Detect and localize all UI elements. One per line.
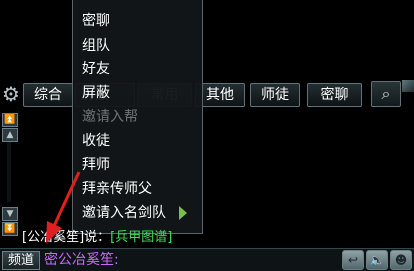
scroll-top-icon: ⏫ <box>4 115 16 125</box>
chevron-up-icon: ▲ <box>6 130 14 140</box>
scroll-down-button[interactable]: ▼ <box>2 207 18 221</box>
emoji-icon: ☻ <box>394 253 408 267</box>
corner-resize-handle[interactable] <box>402 80 414 92</box>
gear-icon[interactable]: ⚙ <box>1 83 21 105</box>
channel-button[interactable]: 频道 <box>2 251 40 270</box>
tab-private-chat[interactable]: 密聊 <box>307 83 362 107</box>
chevron-down-icon: ▼ <box>6 209 14 219</box>
chat-tab-bar: ⚙ 综合 屏蔽 常用 其他 师徒 密聊 ⌕ <box>0 80 414 110</box>
chat-window: ⚙ 综合 屏蔽 常用 其他 师徒 密聊 ⌕ ⏫ ▲ ▼ ⏬ 密聊 组队 好友 屏… <box>0 0 414 271</box>
submenu-arrow-icon <box>179 206 187 220</box>
menu-item-personal-master[interactable]: 拜亲传师父 <box>82 178 152 200</box>
menu-item-private-chat[interactable]: 密聊 <box>82 10 110 32</box>
menu-item-invite-arena-team[interactable]: 邀请入名剑队 <box>82 202 166 224</box>
menu-item-become-apprentice[interactable]: 拜师 <box>82 154 110 176</box>
menu-item-friend[interactable]: 好友 <box>82 58 110 80</box>
player-context-menu: 密聊 组队 好友 屏蔽 邀请入帮 收徒 拜师 拜亲传师父 邀请入名剑队 <box>72 0 203 234</box>
scroll-up-button[interactable]: ▲ <box>2 128 18 142</box>
reply-icon: ↩ <box>347 253 359 267</box>
item-link[interactable]: [兵甲图谱] <box>110 230 172 245</box>
voice-button[interactable]: 🔈 <box>366 250 388 270</box>
scrollbar-track[interactable] <box>7 142 11 202</box>
emoji-button[interactable]: ☻ <box>390 250 412 270</box>
tab-master-apprentice[interactable]: 师徒 <box>250 83 300 107</box>
menu-item-team[interactable]: 组队 <box>82 35 110 57</box>
search-button[interactable]: ⌕ <box>371 81 401 107</box>
menu-item-take-apprentice[interactable]: 收徒 <box>82 130 110 152</box>
speaker-icon: 🔈 <box>369 253 385 267</box>
chat-input[interactable]: 密公冶奚笙: <box>44 251 119 270</box>
scroll-bottom-icon: ⏬ <box>4 224 16 234</box>
reply-button[interactable]: ↩ <box>342 250 364 270</box>
scroll-bottom-button[interactable]: ⏬ <box>2 222 18 236</box>
chat-speaker[interactable]: [公冶奚笙]说： <box>22 230 110 245</box>
menu-item-invite-guild: 邀请入帮 <box>82 109 138 125</box>
tab-general[interactable]: 综合 <box>23 83 73 107</box>
chat-input-bar: 频道 密公冶奚笙: ↩ 🔈 ☻ <box>0 248 414 271</box>
menu-item-block[interactable]: 屏蔽 <box>82 82 110 104</box>
search-icon: ⌕ <box>381 84 391 103</box>
chat-message: [公冶奚笙]说：[兵甲图谱] <box>22 229 172 247</box>
scroll-top-button[interactable]: ⏫ <box>2 113 18 127</box>
